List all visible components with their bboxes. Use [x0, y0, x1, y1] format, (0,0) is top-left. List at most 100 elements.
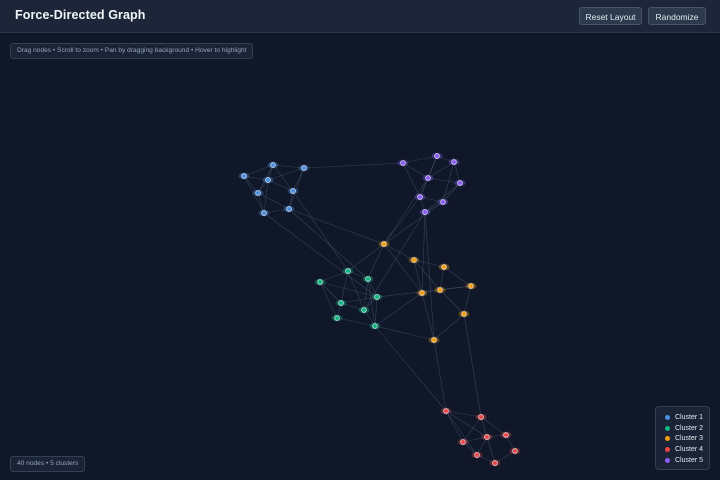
graph-edges — [243, 155, 516, 464]
graph-edge — [439, 266, 445, 291]
graph-node[interactable] — [414, 193, 426, 201]
graph-node[interactable] — [397, 159, 409, 167]
graph-stats: 40 nodes • 5 clusters — [10, 456, 86, 472]
graph-node[interactable] — [371, 293, 383, 301]
legend-label: Cluster 4 — [675, 445, 704, 453]
graph-node[interactable] — [238, 172, 250, 180]
graph-edge — [424, 182, 461, 213]
graph-edge — [347, 270, 365, 311]
graph-edge — [421, 211, 426, 294]
graph-nodes — [238, 152, 521, 467]
graph-node[interactable] — [489, 459, 501, 467]
app-header: Force-Directed Graph Reset Layout Random… — [0, 0, 720, 33]
graph-node[interactable] — [369, 322, 381, 330]
legend-swatch — [665, 425, 670, 431]
graph-node[interactable] — [358, 306, 370, 314]
graph-node[interactable] — [434, 286, 446, 294]
graph-node[interactable] — [331, 314, 343, 322]
graph-node[interactable] — [481, 433, 493, 441]
graph-edge — [272, 164, 294, 192]
legend-item-cluster-2: Cluster 2 — [665, 423, 709, 434]
graph-node[interactable] — [454, 179, 466, 187]
graph-node[interactable] — [422, 174, 434, 182]
graph-node[interactable] — [438, 263, 450, 271]
graph-node[interactable] — [267, 161, 279, 169]
graph-node[interactable] — [298, 164, 310, 172]
legend-item-cluster-1: Cluster 1 — [665, 412, 709, 423]
graph-edge — [347, 243, 385, 272]
graph-edge — [439, 289, 465, 315]
graph-node[interactable] — [416, 289, 428, 297]
graph-node[interactable] — [287, 187, 299, 195]
graph-node[interactable] — [378, 240, 390, 248]
graph-node[interactable] — [437, 198, 449, 206]
graph-edge — [443, 266, 472, 287]
graph-node[interactable] — [335, 299, 347, 307]
graph-edge — [433, 339, 447, 412]
graph-edge — [340, 270, 349, 304]
graph-edge — [303, 162, 404, 169]
graph-node[interactable] — [314, 278, 326, 286]
legend-label: Cluster 3 — [675, 435, 704, 443]
graph-node[interactable] — [252, 189, 264, 197]
graph-node[interactable] — [471, 451, 483, 459]
graph-node[interactable] — [500, 431, 512, 439]
graph-node[interactable] — [475, 413, 487, 421]
graph-edge — [336, 317, 376, 327]
graph-node[interactable] — [428, 336, 440, 344]
graph-canvas[interactable] — [0, 33, 720, 480]
page-title: Force-Directed Graph — [15, 8, 146, 22]
graph-node[interactable] — [440, 407, 452, 415]
graph-node[interactable] — [258, 209, 270, 217]
graph-node[interactable] — [262, 176, 274, 184]
graph-edge — [445, 410, 464, 443]
legend-label: Cluster 2 — [675, 424, 704, 432]
reset-layout-button[interactable]: Reset Layout — [579, 7, 642, 25]
graph-node[interactable] — [431, 152, 443, 160]
graph-edge — [319, 281, 338, 319]
graph-node[interactable] — [419, 208, 431, 216]
legend-swatch — [665, 436, 670, 442]
graph-edge — [257, 192, 290, 210]
graph-node[interactable] — [283, 205, 295, 213]
graph-edge — [463, 285, 472, 315]
graph-node[interactable] — [448, 158, 460, 166]
graph-edge — [319, 281, 342, 304]
legend-swatch — [665, 446, 670, 452]
graph-edge — [480, 416, 507, 436]
graph-node[interactable] — [509, 447, 521, 455]
graph-node[interactable] — [458, 310, 470, 318]
legend-label: Cluster 5 — [675, 456, 704, 464]
graph-edge — [424, 211, 435, 341]
graph-edge — [486, 436, 496, 464]
graph-edge — [445, 410, 478, 456]
graph-edge — [292, 190, 349, 272]
graph-node[interactable] — [362, 275, 374, 283]
legend-item-cluster-4: Cluster 4 — [665, 444, 709, 455]
graph-edge — [462, 416, 482, 443]
graph-edge — [383, 201, 444, 245]
graph-node[interactable] — [457, 438, 469, 446]
graph-edge — [433, 313, 465, 341]
legend-swatch — [665, 414, 670, 420]
graph-edge — [288, 208, 369, 280]
legend-label: Cluster 1 — [675, 413, 704, 421]
graph-edge — [292, 167, 305, 192]
graph-edge — [319, 281, 378, 298]
legend-item-cluster-3: Cluster 3 — [665, 433, 709, 444]
graph-edge — [288, 208, 385, 245]
graph-node[interactable] — [342, 267, 354, 275]
graph-edge — [367, 243, 385, 280]
cluster-legend: Cluster 1 Cluster 2 Cluster 3 Cluster 4 … — [655, 406, 710, 470]
graph-edge — [383, 196, 421, 245]
graph-node[interactable] — [465, 282, 477, 290]
graph-edge — [463, 313, 482, 418]
graph-edge — [383, 243, 415, 261]
legend-swatch — [665, 457, 670, 463]
graph-node[interactable] — [408, 256, 420, 264]
graph-edge — [374, 296, 378, 327]
graph-edge — [267, 167, 305, 181]
randomize-button[interactable]: Randomize — [648, 7, 706, 25]
graph-edge — [374, 325, 435, 341]
legend-item-cluster-5: Cluster 5 — [665, 455, 709, 466]
